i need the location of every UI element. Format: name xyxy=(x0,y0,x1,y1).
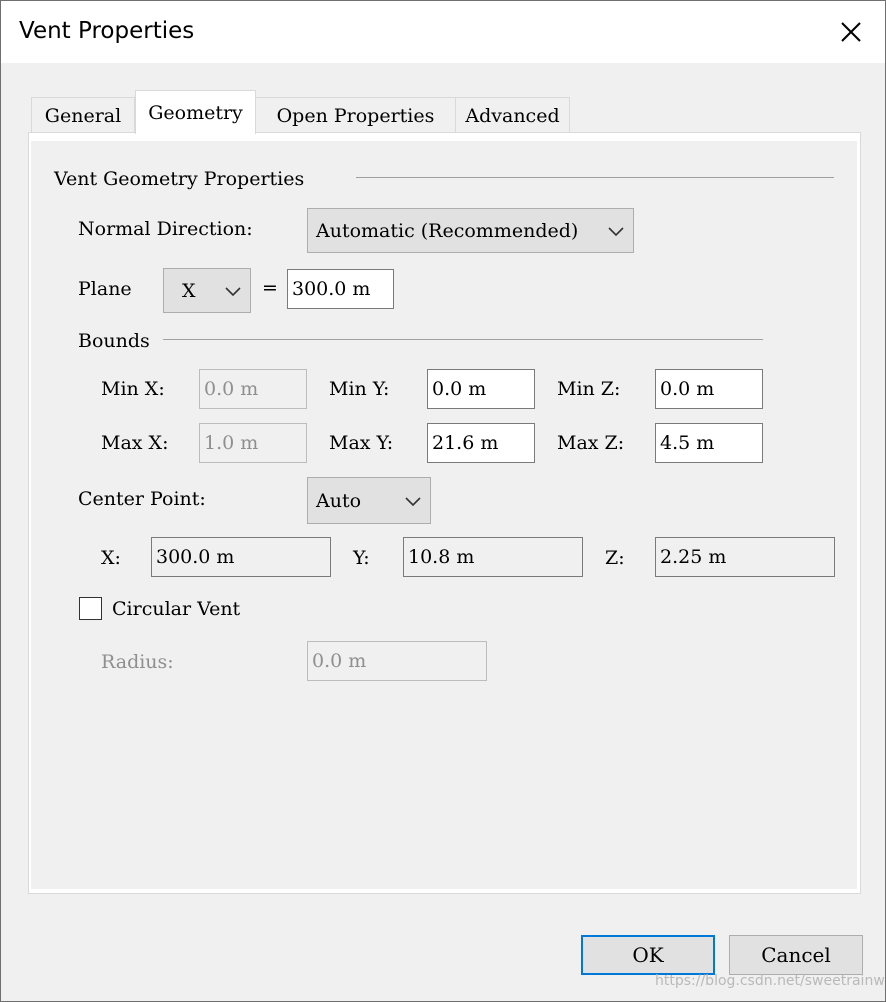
tab-advanced-label: Advanced xyxy=(465,105,560,127)
tab-general-label: General xyxy=(44,105,122,127)
group-label-vent-geometry: Vent Geometry Properties xyxy=(54,168,305,190)
plane-axis-value: X xyxy=(182,279,196,302)
ok-button[interactable]: OK xyxy=(581,935,715,975)
min-y-input[interactable]: 0.0 m xyxy=(427,369,535,409)
chevron-down-icon xyxy=(608,226,624,236)
center-z-field: 2.25 m xyxy=(655,537,835,577)
max-z-label: Max Z: xyxy=(557,432,625,454)
cancel-button[interactable]: Cancel xyxy=(729,935,863,975)
plane-equals-sign: = xyxy=(262,277,278,299)
max-z-input[interactable]: 4.5 m xyxy=(655,423,763,463)
plane-value-input[interactable]: 300.0 m xyxy=(287,269,394,309)
cancel-button-label: Cancel xyxy=(761,943,831,967)
radius-input: 0.0 m xyxy=(307,641,487,681)
tab-open-properties[interactable]: Open Properties xyxy=(255,97,456,133)
max-x-label: Max X: xyxy=(101,432,169,454)
center-y-label: Y: xyxy=(353,547,370,569)
title-bar: Vent Properties xyxy=(1,1,885,63)
circular-vent-label[interactable]: Circular Vent xyxy=(112,598,240,620)
ok-button-label: OK xyxy=(632,943,664,967)
normal-direction-select[interactable]: Automatic (Recommended) xyxy=(307,208,634,253)
tab-open-properties-label: Open Properties xyxy=(276,105,435,127)
bounds-label: Bounds xyxy=(78,330,150,352)
min-x-label: Min X: xyxy=(101,378,165,400)
center-z-label: Z: xyxy=(605,547,625,569)
normal-direction-value: Automatic (Recommended) xyxy=(316,219,579,242)
max-x-input: 1.0 m xyxy=(199,423,307,463)
min-y-label: Min Y: xyxy=(329,378,390,400)
window-title: Vent Properties xyxy=(19,18,195,44)
watermark-text: https://blog.csdn.net/sweetrainw xyxy=(655,973,885,989)
plane-axis-select[interactable]: X xyxy=(163,268,251,313)
chevron-down-icon xyxy=(225,286,241,296)
bounds-divider xyxy=(163,339,763,340)
normal-direction-label: Normal Direction: xyxy=(78,218,253,240)
close-icon xyxy=(841,22,861,42)
plane-label: Plane xyxy=(78,278,132,300)
center-point-label: Center Point: xyxy=(78,488,206,510)
tab-geometry[interactable]: Geometry xyxy=(135,90,256,134)
max-y-input[interactable]: 21.6 m xyxy=(427,423,535,463)
circular-vent-checkbox[interactable] xyxy=(79,597,102,620)
center-point-mode-value: Auto xyxy=(316,489,362,512)
tab-general[interactable]: General xyxy=(31,97,135,133)
center-point-mode-select[interactable]: Auto xyxy=(307,477,431,524)
min-x-input: 0.0 m xyxy=(199,369,307,409)
geometry-panel xyxy=(31,141,857,889)
radius-label: Radius: xyxy=(101,651,174,673)
close-button[interactable] xyxy=(821,9,881,55)
tab-advanced[interactable]: Advanced xyxy=(455,97,570,133)
min-z-input[interactable]: 0.0 m xyxy=(655,369,763,409)
vent-properties-dialog: Vent Properties General Advanced Open Pr… xyxy=(0,0,886,1002)
tab-geometry-label: Geometry xyxy=(148,102,243,124)
chevron-down-icon xyxy=(405,496,421,506)
min-z-label: Min Z: xyxy=(557,378,621,400)
group-divider xyxy=(356,177,834,178)
center-x-label: X: xyxy=(101,547,121,569)
center-x-field: 300.0 m xyxy=(151,537,331,577)
center-y-field: 10.8 m xyxy=(403,537,583,577)
max-y-label: Max Y: xyxy=(329,432,394,454)
